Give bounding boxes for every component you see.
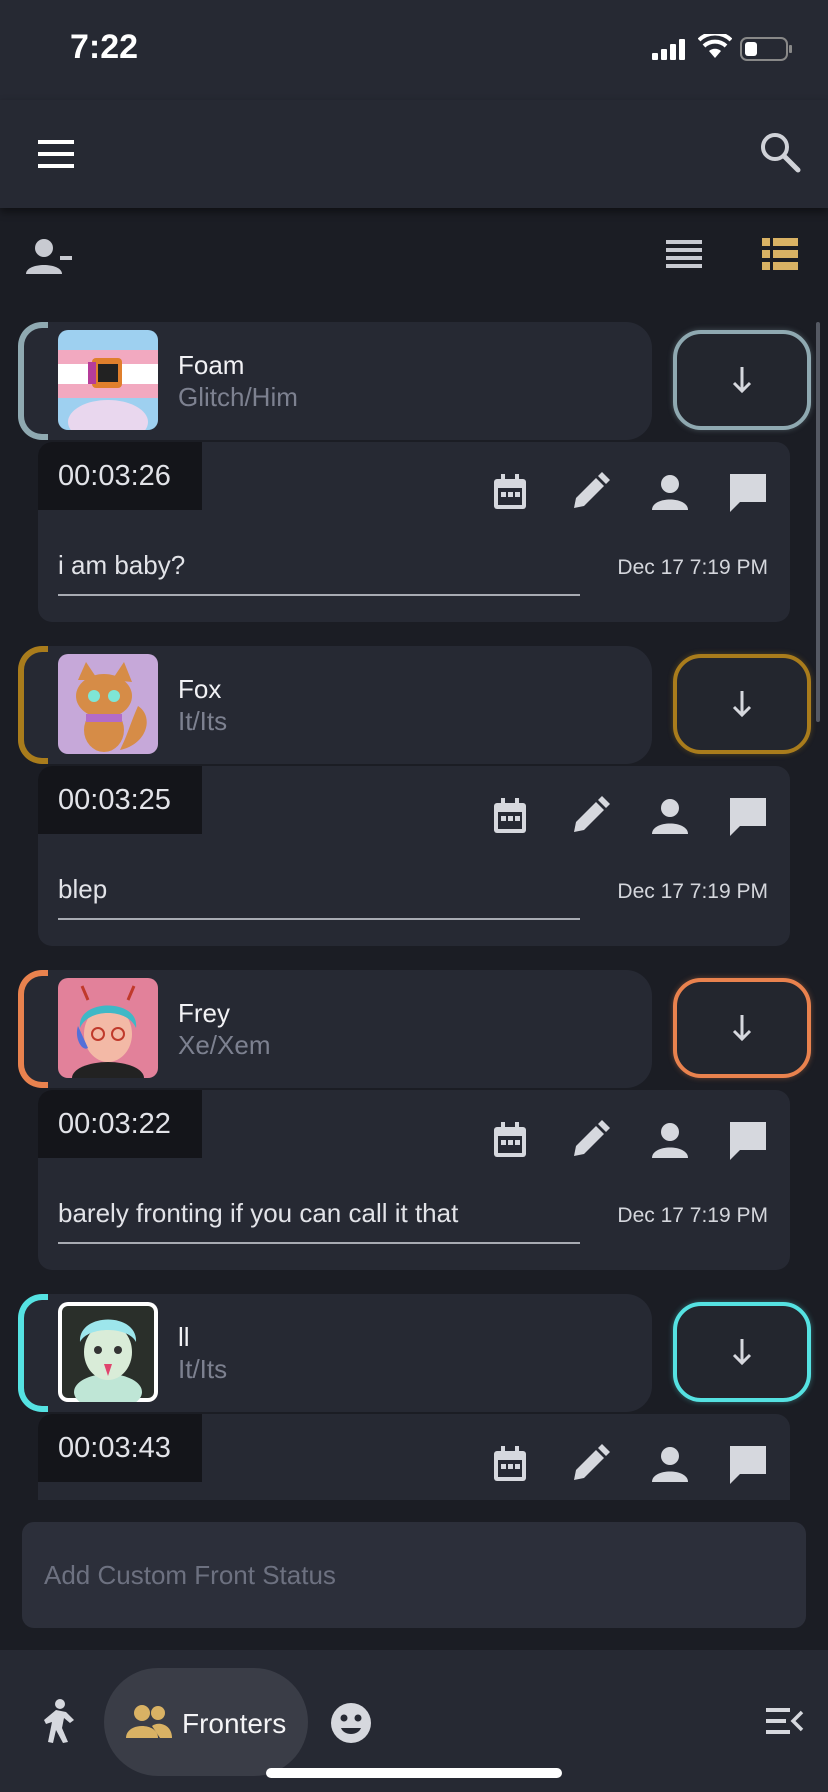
calendar-icon[interactable] [490,472,530,512]
comment-icon[interactable] [728,1120,768,1160]
nav-fronters-tab[interactable]: Fronters [104,1668,308,1776]
member-color-accent [18,970,48,1088]
move-down-button[interactable] [673,978,811,1078]
comment-icon[interactable] [728,796,768,836]
member-name: Frey [178,998,230,1028]
member-name: ll [178,1322,190,1352]
list-detailed-icon[interactable] [760,236,800,272]
wifi-icon [698,34,732,58]
edit-pencil-icon[interactable] [570,1444,610,1484]
member-avatar [58,654,158,754]
walking-person-icon[interactable] [40,1698,80,1744]
move-down-button[interactable] [673,1302,811,1402]
member-avatar [58,1302,158,1402]
person-icon[interactable] [650,472,690,512]
home-indicator [266,1768,562,1778]
fronter-entry: Foam Glitch/Him 00:03:26 i am baby? Dec … [0,304,828,628]
person-icon[interactable] [650,1120,690,1160]
edit-pencil-icon[interactable] [570,1120,610,1160]
front-details: 00:03:26 i am baby? Dec 17 7:19 PM [38,442,790,622]
fronter-entry: Fox It/Its 00:03:25 blep Dec 17 7:19 PM [0,628,828,952]
person-icon[interactable] [650,796,690,836]
front-details: 00:03:22 barely fronting if you can call… [38,1090,790,1270]
move-down-button[interactable] [673,654,811,754]
custom-status-area [0,1500,828,1650]
member-pronouns: Xe/Xem [178,1030,271,1060]
member-name: Fox [178,674,222,704]
front-note[interactable]: i am baby? [58,550,580,596]
person-remove-icon[interactable] [26,238,74,276]
arrow-down-icon [732,691,752,718]
search-icon[interactable] [758,130,802,174]
front-start-date: Dec 17 7:19 PM [617,556,768,579]
hamburger-menu-icon[interactable] [36,136,76,172]
arrow-down-icon [732,1339,752,1366]
move-down-button[interactable] [673,330,811,430]
arrow-down-icon [732,1015,752,1042]
member-color-accent [18,646,48,764]
comment-icon[interactable] [728,1444,768,1484]
member-avatar [58,330,158,430]
edit-pencil-icon[interactable] [570,472,610,512]
front-timer: 00:03:25 [38,766,202,834]
nav-fronters-label: Fronters [182,1708,287,1739]
bottom-nav: Fronters [0,1650,828,1792]
front-timer: 00:03:22 [38,1090,202,1158]
member-color-accent [18,322,48,440]
front-start-date: Dec 17 7:19 PM [617,880,768,903]
member-pronouns: It/Its [178,1354,228,1384]
group-icon [126,1705,172,1738]
cellular-signal-icon [652,39,685,60]
front-timer: 00:03:26 [38,442,202,510]
front-details: 00:03:25 blep Dec 17 7:19 PM [38,766,790,946]
menu-collapse-icon[interactable] [764,1706,804,1736]
front-timer: 00:03:43 [38,1414,202,1482]
member-pronouns: It/Its [178,706,228,736]
arrow-down-icon [732,367,752,394]
list-compact-icon[interactable] [664,238,704,272]
front-start-date: Dec 17 7:19 PM [617,1204,768,1227]
person-icon[interactable] [650,1444,690,1484]
fronters-list[interactable]: Foam Glitch/Him 00:03:26 i am baby? Dec … [0,304,828,1500]
calendar-icon[interactable] [490,1120,530,1160]
custom-front-status-input[interactable] [22,1522,806,1628]
front-note[interactable]: barely fronting if you can call it that [58,1198,580,1244]
fronter-entry: ll It/Its 00:03:43 [0,1276,828,1500]
member-color-accent [18,1294,48,1412]
status-time: 7:22 [70,28,139,66]
status-bar: 7:22 [0,0,828,100]
face-emoji-icon[interactable] [330,1702,372,1744]
member-name: Foam [178,350,245,380]
fronters-toolbar [0,208,828,304]
scrollbar[interactable] [816,322,820,722]
calendar-icon[interactable] [490,796,530,836]
fronter-entry: Frey Xe/Xem 00:03:22 barely fronting if … [0,952,828,1276]
edit-pencil-icon[interactable] [570,796,610,836]
battery-icon [740,37,792,61]
calendar-icon[interactable] [490,1444,530,1484]
front-details: 00:03:43 [38,1414,790,1500]
app-bar [0,100,828,208]
front-note[interactable]: blep [58,874,580,920]
member-pronouns: Glitch/Him [178,382,298,412]
comment-icon[interactable] [728,472,768,512]
member-avatar [58,978,158,1078]
